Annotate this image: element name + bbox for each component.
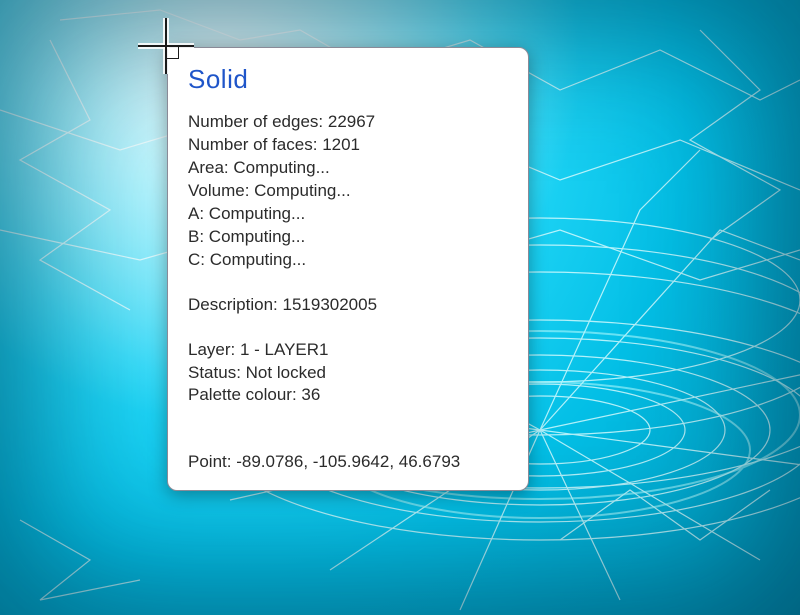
prop-point: Point: -89.0786, -105.9642, 46.6793 [188,451,508,474]
tooltip-title: Solid [188,62,508,97]
object-info-tooltip: Solid Number of edges: 22967 Number of f… [167,47,529,491]
prop-volume: Volume: Computing... [188,180,508,203]
prop-faces: Number of faces: 1201 [188,134,508,157]
prop-area: Area: Computing... [188,157,508,180]
prop-description: Description: 1519302005 [188,294,508,317]
prop-a: A: Computing... [188,203,508,226]
prop-layer: Layer: 1 - LAYER1 [188,339,508,362]
prop-status: Status: Not locked [188,362,508,385]
prop-edges: Number of edges: 22967 [188,111,508,134]
prop-palette-colour: Palette colour: 36 [188,384,508,407]
prop-c: C: Computing... [188,249,508,272]
prop-b: B: Computing... [188,226,508,249]
